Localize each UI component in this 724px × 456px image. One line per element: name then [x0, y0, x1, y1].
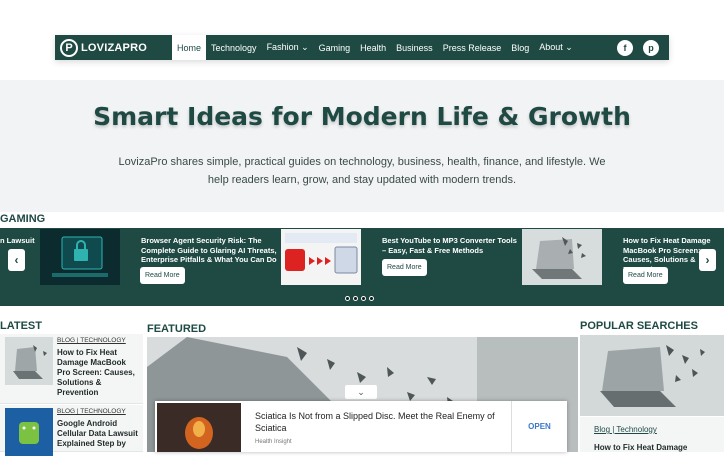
gaming-heading: GAMING — [0, 213, 46, 225]
slider-dot[interactable] — [361, 296, 366, 301]
slider-dot[interactable] — [345, 296, 350, 301]
latest-item-categories[interactable]: BLOG | TECHNOLOGY — [57, 337, 126, 344]
nav-blog[interactable]: Blog — [506, 35, 534, 60]
social-links: f p — [617, 39, 659, 56]
slide-title-youtube[interactable]: Best YouTube to MP3 Converter Tools – Ea… — [382, 236, 518, 255]
nav-health[interactable]: Health — [355, 35, 391, 60]
hero-section: Smart Ideas for Modern Life & Growth Lov… — [0, 80, 724, 212]
latest-heading: LATEST — [0, 320, 42, 332]
hero-subtitle: LovizaPro shares simple, practical guide… — [118, 156, 606, 186]
latest-item[interactable]: BLOG | TECHNOLOGY How to Fix Heat Damage… — [0, 334, 143, 404]
nav-about[interactable]: About ⌄ — [534, 35, 578, 60]
hero-title: Smart Ideas for Modern Life & Growth — [93, 102, 631, 131]
latest-item-image[interactable] — [5, 337, 53, 385]
slide-image-security[interactable] — [40, 229, 120, 285]
popular-categories[interactable]: Blog | Technology — [594, 425, 657, 434]
ad-source: Health Insight — [255, 439, 292, 445]
nav-business[interactable]: Business — [391, 35, 438, 60]
latest-item-title[interactable]: Google Android Cellular Data Lawsuit Exp… — [57, 419, 141, 449]
collapse-chevron-icon[interactable]: ⌄ — [345, 385, 377, 399]
slide-image-youtube[interactable] — [281, 229, 361, 285]
ad-title[interactable]: Sciatica Is Not from a Slipped Disc. Mee… — [255, 410, 495, 434]
nav-home[interactable]: Home — [172, 35, 207, 60]
read-more-button[interactable]: Read More — [623, 267, 668, 284]
site-logo[interactable]: P LOVIZAPRO — [60, 38, 160, 57]
gaming-slider: n Lawsuit Browser Agent Security Risk: T… — [0, 228, 724, 306]
popular-image[interactable] — [580, 335, 724, 416]
slide-image-macbook[interactable] — [522, 229, 602, 285]
slider-dots — [345, 296, 374, 301]
slide-partial-title[interactable]: n Lawsuit — [0, 236, 35, 246]
latest-item[interactable]: BLOG | TECHNOLOGY Google Android Cellula… — [0, 405, 143, 456]
read-more-button[interactable]: Read More — [140, 267, 185, 284]
latest-item-image[interactable] — [5, 408, 53, 456]
slider-dot[interactable] — [353, 296, 358, 301]
ad-banner[interactable]: Sciatica Is Not from a Slipped Disc. Mee… — [155, 401, 567, 452]
slider-dot[interactable] — [369, 296, 374, 301]
popular-title[interactable]: How to Fix Heat Damage — [594, 443, 687, 452]
read-more-button[interactable]: Read More — [382, 259, 427, 276]
ad-open-button[interactable]: OPEN — [511, 401, 567, 452]
slide-title-security[interactable]: Browser Agent Security Risk: The Complet… — [141, 236, 277, 265]
nav-fashion[interactable]: Fashion ⌄ — [262, 35, 314, 60]
logo-text: LOVIZAPRO — [81, 41, 147, 54]
main-navbar: P LOVIZAPRO Home Technology Fashion ⌄ Ga… — [55, 35, 669, 60]
latest-item-title[interactable]: How to Fix Heat Damage MacBook Pro Scree… — [57, 348, 141, 398]
slider-next-button[interactable]: › — [699, 249, 716, 271]
featured-heading: FEATURED — [147, 323, 207, 335]
popular-card[interactable]: Blog | Technology How to Fix Heat Damage — [580, 417, 724, 452]
nav-press-release[interactable]: Press Release — [438, 35, 507, 60]
logo-icon: P — [60, 38, 78, 57]
facebook-icon[interactable]: f — [617, 39, 633, 56]
popular-searches-heading: POPULAR SEARCHES — [580, 320, 698, 332]
ad-image[interactable] — [157, 403, 241, 452]
latest-item-categories[interactable]: BLOG | TECHNOLOGY — [57, 408, 126, 415]
nav-technology[interactable]: Technology — [206, 35, 262, 60]
pinterest-icon[interactable]: p — [643, 39, 659, 56]
nav-gaming[interactable]: Gaming — [314, 35, 356, 60]
slider-prev-button[interactable]: ‹ — [8, 249, 25, 271]
nav-menu: Home Technology Fashion ⌄ Gaming Health … — [172, 35, 578, 60]
